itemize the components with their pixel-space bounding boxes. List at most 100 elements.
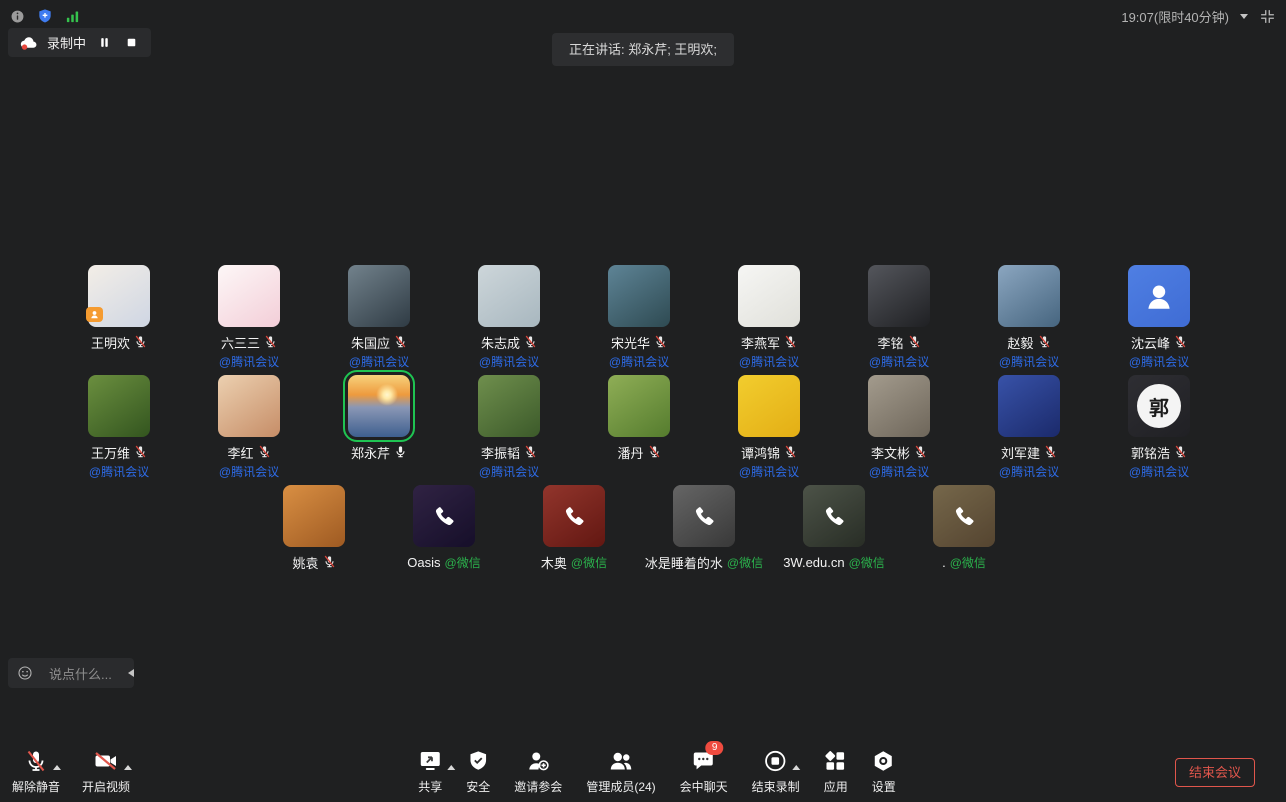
participant-tile[interactable]: 谭鸿锦@腾讯会议 (704, 375, 834, 480)
participant-avatar (478, 375, 540, 437)
participant-tile[interactable]: 郭郭铭浩@腾讯会议 (1094, 375, 1224, 480)
pause-recording-button[interactable] (95, 34, 113, 52)
mic-muted-icon (1038, 335, 1051, 348)
participant-tile[interactable]: 李燕军@腾讯会议 (704, 265, 834, 370)
caret-up-icon[interactable] (447, 765, 455, 770)
cam-off-icon-wrap (93, 747, 119, 773)
platform-label-tencent: @腾讯会议 (869, 353, 929, 370)
end-meeting-button[interactable]: 结束会议 (1175, 758, 1255, 787)
chat-input[interactable]: 说点什么... (49, 664, 112, 683)
participant-avatar (738, 265, 800, 327)
participant-tile[interactable]: 冰是睡着的水@微信 (639, 485, 769, 570)
toolbar-members-button[interactable]: 管理成员(24) (586, 747, 655, 795)
mic-muted-icon (1174, 335, 1187, 348)
exit-fullscreen-icon[interactable] (1259, 8, 1276, 25)
mic-muted-icon (648, 445, 661, 458)
participant-avatar (283, 485, 345, 547)
participant-name: 刘军建 (1001, 443, 1040, 462)
participant-tile[interactable]: 潘丹 (574, 375, 704, 480)
participant-avatar (868, 265, 930, 327)
participant-name-line: 六三三 (221, 334, 277, 350)
participant-name-line: .@微信 (942, 554, 986, 570)
participant-tile[interactable]: 李红@腾讯会议 (184, 375, 314, 480)
toolbar-mic-off-button[interactable]: 解除静音 (12, 747, 60, 795)
participant-name-line: 郑永芹 (351, 444, 407, 460)
participant-tile[interactable]: 3W.edu.cn@微信 (769, 485, 899, 570)
participant-tile[interactable]: .@微信 (899, 485, 1029, 570)
participant-name: 谭鸿锦 (741, 443, 780, 462)
settings-icon (872, 749, 896, 773)
meeting-window: 录制中 正在讲话: 郑永芹; 王明欢; 19:07(限时40分钟) 王明欢六三三… (0, 0, 1286, 802)
participant-tile[interactable]: 王万维@腾讯会议 (54, 375, 184, 480)
participant-row: 王万维@腾讯会议李红@腾讯会议郑永芹李振韬@腾讯会议潘丹谭鸿锦@腾讯会议李文彬@… (54, 375, 1224, 480)
participant-name: 李红 (227, 443, 253, 462)
participant-tile[interactable]: 宋光华@腾讯会议 (574, 265, 704, 370)
meeting-timer[interactable]: 19:07(限时40分钟) (1121, 7, 1229, 26)
participant-tile[interactable]: 六三三@腾讯会议 (184, 265, 314, 370)
participant-avatar (348, 265, 410, 327)
collapse-chat-icon[interactable] (128, 669, 134, 677)
participant-tile[interactable]: 姚袁 (249, 485, 379, 570)
participant-tile[interactable]: Oasis @微信 (379, 485, 509, 570)
participant-tile[interactable]: 朱国应@腾讯会议 (314, 265, 444, 370)
participant-tile[interactable]: 刘军建@腾讯会议 (964, 375, 1094, 480)
participant-avatar (88, 265, 150, 327)
settings-icon-wrap (872, 747, 896, 773)
participant-name: 李铭 (877, 333, 903, 352)
toolbar-label: 解除静音 (12, 778, 60, 795)
participant-tile[interactable]: 李文彬@腾讯会议 (834, 375, 964, 480)
participant-tile[interactable]: 郑永芹 (314, 375, 444, 480)
toolbar-label: 结束录制 (752, 778, 800, 795)
participant-name-line: 李红 (227, 444, 270, 460)
bottom-toolbar: 解除静音 开启视频 共享安全邀请参会管理成员(24) 9会中聊天结束录制 应用设置 结… (0, 742, 1286, 802)
toolbar-share-button[interactable]: 共享 (418, 747, 442, 795)
stop-recording-button[interactable] (122, 34, 140, 52)
mic-muted-icon (264, 335, 277, 348)
mic-muted-icon (134, 445, 147, 458)
chevron-down-icon[interactable] (1240, 14, 1248, 19)
participant-name: 六三三 (221, 333, 260, 352)
participant-name: 郑永芹 (351, 443, 390, 462)
caret-up-icon[interactable] (124, 765, 132, 770)
platform-label-wechat: @微信 (445, 554, 481, 571)
platform-label-tencent: @腾讯会议 (1129, 463, 1189, 480)
caret-up-icon[interactable] (793, 765, 801, 770)
participant-tile[interactable]: 王明欢 (54, 265, 184, 370)
network-signal-icon[interactable] (65, 9, 80, 24)
participant-name-line: 李燕军 (741, 334, 797, 350)
participant-name-line: 沈云峰 (1131, 334, 1187, 350)
participant-avatar (478, 265, 540, 327)
members-icon-wrap (608, 747, 634, 773)
participant-tile[interactable]: 沈云峰@腾讯会议 (1094, 265, 1224, 370)
participant-tile[interactable]: 朱志成@腾讯会议 (444, 265, 574, 370)
toolbar-shield-check-button[interactable]: 安全 (466, 747, 490, 795)
participant-avatar (803, 485, 865, 547)
participant-tile[interactable]: 李振韬@腾讯会议 (444, 375, 574, 480)
share-icon-wrap (418, 747, 442, 773)
participant-name-line: 李振韬 (481, 444, 537, 460)
participant-avatar (348, 375, 410, 437)
toolbar-apps-button[interactable]: 应用 (824, 747, 848, 795)
emoji-icon[interactable] (17, 665, 33, 681)
toolbar-record-stop-button[interactable]: 结束录制 (752, 747, 800, 795)
caret-up-icon[interactable] (53, 765, 61, 770)
toolbar-invite-button[interactable]: 邀请参会 (514, 747, 562, 795)
quick-chat-bar: 说点什么... (8, 658, 134, 688)
participant-name-line: 3W.edu.cn@微信 (783, 554, 885, 570)
mic-muted-icon (323, 555, 336, 568)
participant-name-line: 王明欢 (91, 334, 147, 350)
participant-tile[interactable]: 赵毅@腾讯会议 (964, 265, 1094, 370)
participant-tile[interactable]: 木奥@微信 (509, 485, 639, 570)
mic-off-icon-wrap (24, 747, 48, 773)
platform-label-tencent: @腾讯会议 (219, 353, 279, 370)
participant-tile[interactable]: 李铭@腾讯会议 (834, 265, 964, 370)
toolbar-cam-off-button[interactable]: 开启视频 (82, 747, 130, 795)
platform-label-wechat: @微信 (571, 554, 607, 571)
participant-name-line: 潘丹 (617, 444, 660, 460)
info-icon[interactable] (10, 9, 25, 24)
toolbar-chat-button[interactable]: 9会中聊天 (680, 747, 728, 795)
shield-plus-icon[interactable] (37, 8, 53, 24)
toolbar-settings-button[interactable]: 设置 (872, 747, 896, 795)
invite-icon (526, 749, 550, 773)
participant-name: Oasis (407, 555, 440, 570)
